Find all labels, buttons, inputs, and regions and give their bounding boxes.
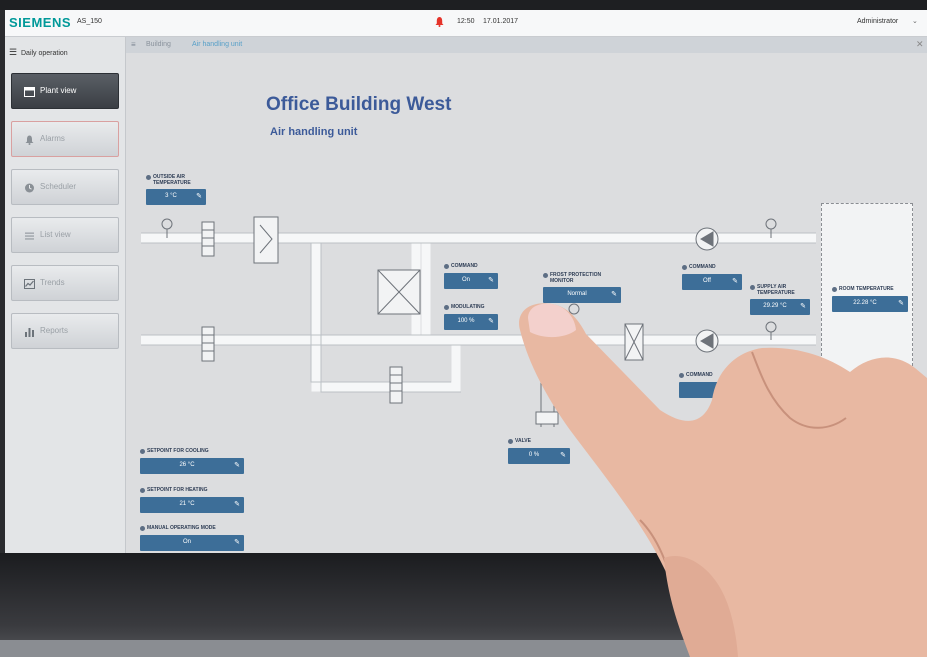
hand-image: [519, 303, 927, 657]
